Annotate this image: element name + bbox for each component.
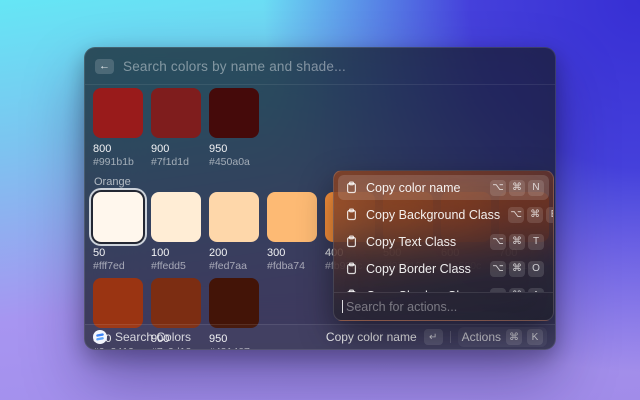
actions-list: Copy color name ⌥ ⌘ N <box>334 171 553 292</box>
color-swatch[interactable] <box>93 192 143 242</box>
shortcut-keys: ⌥ ⌘ T <box>490 234 544 250</box>
shade-number: 50 <box>93 247 143 259</box>
letter-key: T <box>528 234 544 250</box>
footer-bar: Search Colors Copy color name ↵ Actions … <box>85 324 555 349</box>
option-key-icon: ⌥ <box>490 261 506 277</box>
option-key-icon: ⌥ <box>490 234 506 250</box>
shade-hex: #ffedd5 <box>151 260 201 272</box>
command-key-icon: ⌘ <box>509 261 525 277</box>
color-swatch[interactable] <box>209 278 259 328</box>
option-key-icon: ⌥ <box>508 207 524 223</box>
letter-key: B <box>546 207 553 223</box>
color-swatch[interactable] <box>93 278 143 328</box>
clipboard-icon <box>345 262 358 275</box>
red-shades-row: 800 #991b1b 900 #7f1d1d 950 #450a0a <box>93 88 547 168</box>
shade-hex: #fff7ed <box>93 260 143 272</box>
search-colors-app-icon <box>93 330 107 344</box>
shade-number: 800 <box>93 143 143 155</box>
command-key-icon: ⌘ <box>509 180 525 196</box>
color-cell: 200 #fed7aa <box>209 192 259 272</box>
command-key-icon: ⌘ <box>527 207 543 223</box>
letter-key: O <box>528 261 544 277</box>
command-key-icon: ⌘ <box>509 234 525 250</box>
color-cell: 900 #7f1d1d <box>151 88 201 168</box>
shortcut-keys: ⌥ ⌘ B <box>508 207 553 223</box>
search-input[interactable]: Search colors by name and shade... <box>123 59 346 74</box>
actions-button-label: Actions <box>462 330 501 344</box>
footer-actions: Copy color name ↵ Actions ⌘ K <box>326 327 547 347</box>
action-label: Copy Border Class <box>366 262 471 276</box>
shade-number: 900 <box>151 143 201 155</box>
shade-number: 300 <box>267 247 317 259</box>
clipboard-icon <box>345 235 358 248</box>
clipboard-icon <box>345 181 358 194</box>
app-name: Search Colors <box>115 330 191 344</box>
actions-popover: Copy color name ⌥ ⌘ N <box>333 170 554 321</box>
action-label: Copy Text Class <box>366 235 456 249</box>
letter-key: A <box>528 288 544 293</box>
option-key-icon: ⌥ <box>490 180 506 196</box>
color-swatch[interactable] <box>151 278 201 328</box>
actions-search-input[interactable]: Search for actions... <box>334 292 553 320</box>
desktop-background: ← Search colors by name and shade... 800… <box>0 0 640 400</box>
action-menu-item[interactable]: Copy Shadow Class ⌥ ⌘ A <box>338 283 549 292</box>
color-cell: 100 #ffedd5 <box>151 192 201 272</box>
action-menu-item[interactable]: Copy Text Class ⌥ ⌘ T <box>338 229 549 254</box>
shade-hex: #450a0a <box>209 156 259 168</box>
action-menu-item[interactable]: Copy Background Class ⌥ ⌘ B <box>338 202 549 227</box>
primary-action-label[interactable]: Copy color name <box>326 330 417 344</box>
color-swatch[interactable] <box>209 192 259 242</box>
color-cell: 950 #450a0a <box>209 88 259 168</box>
search-bar: ← Search colors by name and shade... <box>85 48 555 85</box>
shortcut-keys: ⌥ ⌘ O <box>490 261 544 277</box>
action-label: Copy color name <box>366 181 461 195</box>
shade-hex: #991b1b <box>93 156 143 168</box>
back-button[interactable]: ← <box>95 59 114 74</box>
letter-key: N <box>528 180 544 196</box>
return-key-icon: ↵ <box>424 329 443 345</box>
back-arrow-icon: ← <box>99 59 110 73</box>
actions-button[interactable]: Actions ⌘ K <box>458 327 547 347</box>
action-menu-item[interactable]: Copy Border Class ⌥ ⌘ O <box>338 256 549 281</box>
shade-hex: #7f1d1d <box>151 156 201 168</box>
raycast-window: ← Search colors by name and shade... 800… <box>84 47 556 350</box>
color-swatch[interactable] <box>93 88 143 138</box>
color-swatch[interactable] <box>151 88 201 138</box>
clipboard-icon <box>345 208 358 221</box>
color-cell: 800 #991b1b <box>93 88 143 168</box>
action-label: Copy Background Class <box>366 208 500 222</box>
shade-hex: #fdba74 <box>267 260 317 272</box>
shade-number: 950 <box>209 143 259 155</box>
footer-divider <box>450 331 451 343</box>
text-cursor <box>342 300 343 313</box>
color-cell: 50 #fff7ed <box>93 192 143 272</box>
actions-search-placeholder: Search for actions... <box>346 300 457 314</box>
color-cell: 300 #fdba74 <box>267 192 317 272</box>
action-label: Copy Shadow Class <box>366 289 479 293</box>
shade-number: 100 <box>151 247 201 259</box>
clipboard-icon <box>345 289 358 292</box>
command-key-icon: ⌘ <box>506 329 522 345</box>
option-key-icon: ⌥ <box>490 288 506 293</box>
color-swatch[interactable] <box>267 192 317 242</box>
shortcut-keys: ⌥ ⌘ N <box>490 180 544 196</box>
k-key: K <box>527 329 543 345</box>
color-swatch[interactable] <box>151 192 201 242</box>
command-key-icon: ⌘ <box>509 288 525 293</box>
color-swatch[interactable] <box>209 88 259 138</box>
action-menu-item[interactable]: Copy color name ⌥ ⌘ N <box>338 175 549 200</box>
shade-number: 200 <box>209 247 259 259</box>
shortcut-keys: ⌥ ⌘ A <box>490 288 544 293</box>
shade-hex: #fed7aa <box>209 260 259 272</box>
